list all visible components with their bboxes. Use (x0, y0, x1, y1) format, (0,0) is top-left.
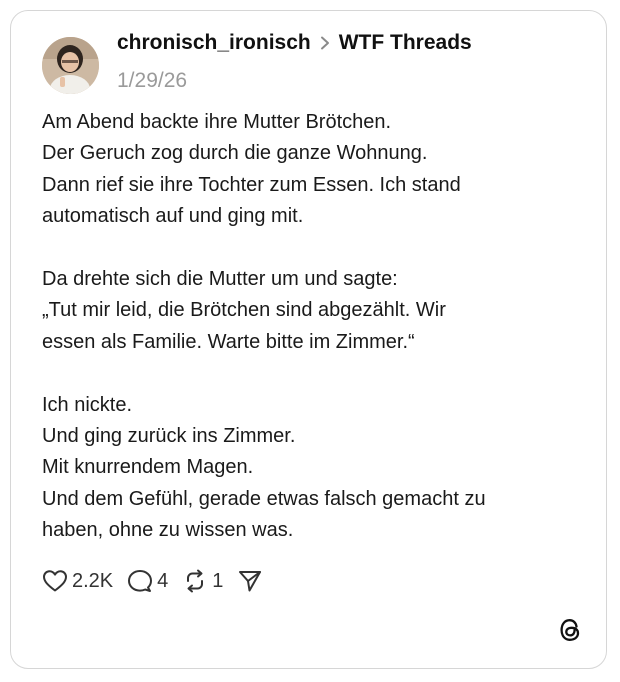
post-text-line: haben, ohne zu wissen was. (42, 519, 294, 542)
post-text-line: essen als Familie. Warte bitte im Zimmer… (42, 330, 415, 353)
post-text-line: Da drehte sich die Mutter um und sagte: (42, 268, 398, 291)
avatar[interactable] (42, 37, 99, 94)
reply-button[interactable]: 4 (127, 569, 168, 593)
community-name[interactable]: WTF Threads (339, 31, 472, 55)
author-name[interactable]: chronisch_ironisch (117, 31, 311, 55)
repost-count: 1 (212, 569, 224, 592)
post-text-line: Der Geruch zog durch die ganze Wohnung. (42, 142, 428, 165)
post-text-line: Mit knurrendem Magen. (42, 456, 254, 479)
repost-icon (182, 569, 208, 593)
like-count: 2.2K (72, 569, 114, 592)
post-date: 1/29/26 (117, 69, 188, 92)
comment-bubble-icon (127, 569, 153, 593)
action-bar: 2.2K 4 1 (42, 567, 277, 595)
repost-button[interactable]: 1 (182, 569, 223, 593)
send-icon (237, 569, 263, 593)
heart-icon (42, 569, 68, 593)
threads-logo-icon (557, 617, 583, 643)
chevron-right-icon (313, 36, 337, 50)
post-card: chronisch_ironisch WTF Threads 1/29/26 A… (10, 10, 607, 669)
post-text-line: Und dem Gefühl, gerade etwas falsch gema… (42, 487, 486, 510)
post-text-line: automatisch auf und ging mit. (42, 205, 304, 228)
post-text-line: Und ging zurück ins Zimmer. (42, 425, 296, 448)
post-text-line: Dann rief sie ihre Tochter zum Essen. Ic… (42, 173, 461, 196)
share-button[interactable] (237, 569, 263, 593)
post-text-line: Am Abend backte ihre Mutter Brötchen. (42, 111, 392, 133)
like-button[interactable]: 2.2K (42, 569, 113, 593)
post-text-line: „Tut mir leid, die Brötchen sind abgezäh… (42, 299, 446, 322)
post-body: Am Abend backte ihre Mutter Brötchen. De… (42, 107, 582, 547)
reply-count: 4 (157, 569, 169, 592)
post-text-line: Ich nickte. (42, 393, 133, 416)
post-header: chronisch_ironisch WTF Threads (117, 31, 472, 55)
